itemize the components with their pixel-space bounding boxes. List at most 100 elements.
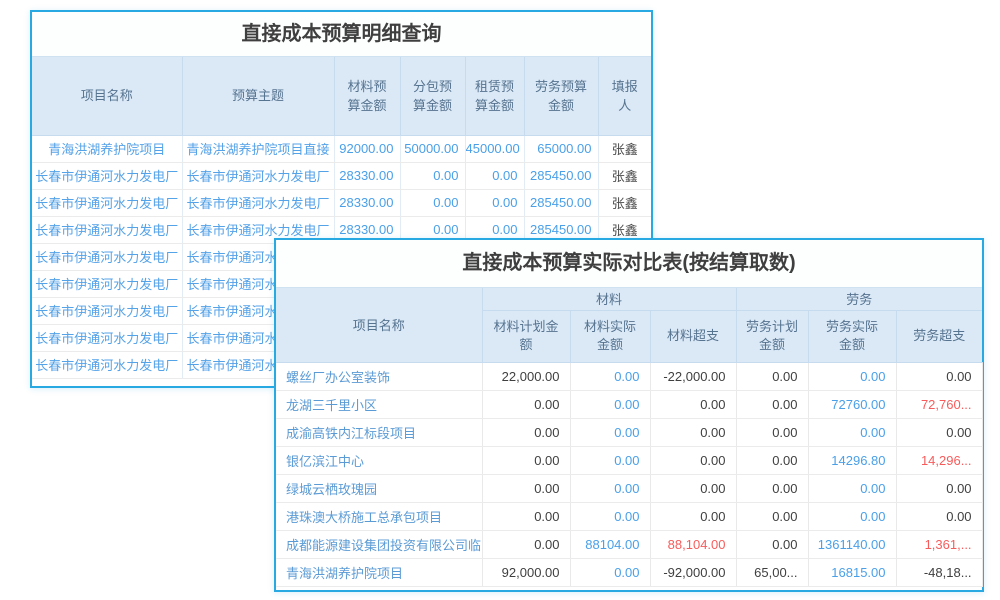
value-cell[interactable]: 0.00: [400, 189, 465, 216]
value-cell[interactable]: 0.00: [736, 446, 808, 474]
value-cell[interactable]: 0.00: [570, 558, 650, 586]
value-cell[interactable]: 50000.00: [400, 135, 465, 162]
value-cell[interactable]: 14,296...: [896, 446, 982, 474]
value-cell[interactable]: 0.00: [808, 418, 896, 446]
value-cell[interactable]: 0.00: [736, 474, 808, 502]
value-cell[interactable]: -92,000.00: [650, 558, 736, 586]
value-cell[interactable]: 72760.00: [808, 390, 896, 418]
value-cell[interactable]: 1,361,...: [896, 530, 982, 558]
project-name-cell[interactable]: 长春市伊通河水力发电厂: [32, 270, 182, 297]
value-cell[interactable]: 14296.80: [808, 446, 896, 474]
table-row[interactable]: 港珠澳大桥施工总承包项目0.000.000.000.000.000.00: [276, 502, 982, 530]
project-name-cell[interactable]: 长春市伊通河水力发电厂: [32, 216, 182, 243]
table-row[interactable]: 龙湖三千里小区0.000.000.000.0072760.0072,760...: [276, 390, 982, 418]
value-cell[interactable]: 0.00: [570, 474, 650, 502]
value-cell[interactable]: 72,760...: [896, 390, 982, 418]
value-cell[interactable]: 0.00: [465, 189, 524, 216]
value-cell[interactable]: 0.00: [650, 418, 736, 446]
value-cell[interactable]: 0.00: [650, 390, 736, 418]
value-cell[interactable]: 0.00: [736, 502, 808, 530]
reporter-cell[interactable]: 张鑫: [598, 189, 651, 216]
value-cell[interactable]: 0.00: [896, 474, 982, 502]
value-cell[interactable]: 65,00...: [736, 558, 808, 586]
value-cell[interactable]: 285450.00: [524, 189, 598, 216]
value-cell[interactable]: 285450.00: [524, 162, 598, 189]
value-cell[interactable]: 0.00: [482, 446, 570, 474]
group-header-material: 材料: [482, 288, 736, 310]
value-cell[interactable]: 0.00: [482, 530, 570, 558]
reporter-cell[interactable]: 张鑫: [598, 162, 651, 189]
value-cell[interactable]: 0.00: [482, 418, 570, 446]
value-cell[interactable]: 0.00: [570, 502, 650, 530]
group-header-labor: 劳务: [736, 288, 982, 310]
detail-panel-title: 直接成本预算明细查询: [32, 12, 651, 57]
value-cell[interactable]: 0.00: [570, 446, 650, 474]
project-name-cell[interactable]: 长春市伊通河水力发电厂: [32, 162, 182, 189]
value-cell[interactable]: 0.00: [736, 390, 808, 418]
reporter-cell[interactable]: 张鑫: [598, 135, 651, 162]
value-cell[interactable]: 92,000.00: [482, 558, 570, 586]
table-row[interactable]: 银亿滨江中心0.000.000.000.0014296.8014,296...: [276, 446, 982, 474]
project-name-cell[interactable]: 青海洪湖养护院项目: [276, 558, 482, 586]
value-cell[interactable]: 28330.00: [334, 162, 400, 189]
project-name-cell[interactable]: 长春市伊通河水力发电厂: [182, 189, 334, 216]
value-cell[interactable]: 28330.00: [334, 189, 400, 216]
value-cell[interactable]: -48,18...: [896, 558, 982, 586]
value-cell[interactable]: 22,000.00: [482, 362, 570, 390]
value-cell[interactable]: 0.00: [736, 362, 808, 390]
table-row[interactable]: 长春市伊通河水力发电厂长春市伊通河水力发电厂28330.000.000.0028…: [32, 189, 651, 216]
project-name-cell[interactable]: 长春市伊通河水力发电厂: [32, 351, 182, 378]
project-name-cell[interactable]: 长春市伊通河水力发电厂: [32, 297, 182, 324]
value-cell[interactable]: 16815.00: [808, 558, 896, 586]
value-cell[interactable]: 0.00: [736, 418, 808, 446]
project-name-cell[interactable]: 长春市伊通河水力发电厂: [32, 324, 182, 351]
value-cell[interactable]: 0.00: [808, 502, 896, 530]
value-cell[interactable]: 1361140.00: [808, 530, 896, 558]
project-name-cell[interactable]: 成都能源建设集团投资有限公司临: [276, 530, 482, 558]
value-cell[interactable]: 92000.00: [334, 135, 400, 162]
value-cell[interactable]: 0.00: [650, 446, 736, 474]
value-cell[interactable]: 0.00: [570, 418, 650, 446]
table-row[interactable]: 成都能源建设集团投资有限公司临0.0088104.0088,104.000.00…: [276, 530, 982, 558]
value-cell[interactable]: 0.00: [896, 418, 982, 446]
project-name-cell[interactable]: 长春市伊通河水力发电厂: [182, 162, 334, 189]
value-cell[interactable]: 0.00: [482, 502, 570, 530]
project-name-cell[interactable]: 长春市伊通河水力发电厂: [32, 243, 182, 270]
project-name-cell[interactable]: 港珠澳大桥施工总承包项目: [276, 502, 482, 530]
value-cell[interactable]: 0.00: [650, 474, 736, 502]
project-name-cell[interactable]: 长春市伊通河水力发电厂: [32, 189, 182, 216]
value-cell[interactable]: 0.00: [570, 390, 650, 418]
project-name-cell[interactable]: 龙湖三千里小区: [276, 390, 482, 418]
table-row[interactable]: 绿城云栖玫瑰园0.000.000.000.000.000.00: [276, 474, 982, 502]
value-cell[interactable]: 0.00: [896, 502, 982, 530]
value-cell[interactable]: 0.00: [808, 362, 896, 390]
project-name-cell[interactable]: 青海洪湖养护院项目: [32, 135, 182, 162]
table-row[interactable]: 青海洪湖养护院项目青海洪湖养护院项目直接92000.0050000.004500…: [32, 135, 651, 162]
value-cell[interactable]: 88104.00: [570, 530, 650, 558]
column-header-material-actual: 材料实际 金额: [570, 310, 650, 362]
project-name-cell[interactable]: 螺丝厂办公室装饰: [276, 362, 482, 390]
column-header-labor-budget: 劳务预算 金额: [524, 57, 598, 135]
project-name-cell[interactable]: 青海洪湖养护院项目直接: [182, 135, 334, 162]
table-row[interactable]: 长春市伊通河水力发电厂长春市伊通河水力发电厂28330.000.000.0028…: [32, 162, 651, 189]
table-row[interactable]: 螺丝厂办公室装饰22,000.000.00-22,000.000.000.000…: [276, 362, 982, 390]
table-row[interactable]: 青海洪湖养护院项目92,000.000.00-92,000.0065,00...…: [276, 558, 982, 586]
value-cell[interactable]: 45000.00: [465, 135, 524, 162]
value-cell[interactable]: 0.00: [650, 502, 736, 530]
value-cell[interactable]: 0.00: [736, 530, 808, 558]
value-cell[interactable]: 0.00: [465, 162, 524, 189]
value-cell[interactable]: 0.00: [808, 474, 896, 502]
column-header-subcontract-budget: 分包预 算金额: [400, 57, 465, 135]
value-cell[interactable]: 65000.00: [524, 135, 598, 162]
project-name-cell[interactable]: 银亿滨江中心: [276, 446, 482, 474]
value-cell[interactable]: 0.00: [482, 474, 570, 502]
value-cell[interactable]: 0.00: [896, 362, 982, 390]
value-cell[interactable]: 0.00: [400, 162, 465, 189]
project-name-cell[interactable]: 绿城云栖玫瑰园: [276, 474, 482, 502]
value-cell[interactable]: 88,104.00: [650, 530, 736, 558]
value-cell[interactable]: -22,000.00: [650, 362, 736, 390]
project-name-cell[interactable]: 成渝高铁内江标段项目: [276, 418, 482, 446]
value-cell[interactable]: 0.00: [570, 362, 650, 390]
table-row[interactable]: 成渝高铁内江标段项目0.000.000.000.000.000.00: [276, 418, 982, 446]
value-cell[interactable]: 0.00: [482, 390, 570, 418]
